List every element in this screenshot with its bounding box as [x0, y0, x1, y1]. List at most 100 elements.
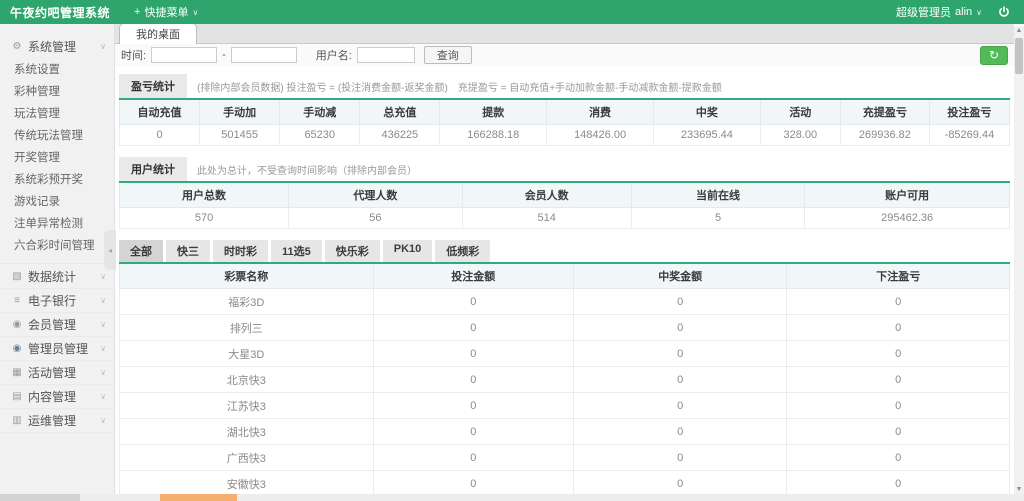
lottery-panel: 全部 快三 时时彩 11选5 快乐彩 PK10 低频彩 彩票名称 投注金额 中奖… [119, 240, 1010, 494]
tab-all[interactable]: 全部 [119, 240, 163, 262]
sidebar-group-statistics[interactable]: ▧ 数据统计 ∨ [0, 268, 114, 289]
tab-11x5[interactable]: 11选5 [271, 240, 322, 262]
column-header: 用户总数 [120, 182, 289, 208]
profit-panel-note: (排除内部会员数据) 投注盈亏 = (投注消费金额-返奖金额) 充提盈亏 = 自… [197, 79, 722, 98]
cell-value: 0 [573, 471, 787, 495]
refresh-icon: ↻ [989, 48, 999, 62]
column-header: 活动 [760, 99, 840, 125]
user-stats-note: 此处为总计，不受查询时间影响（排除内部会员） [197, 162, 417, 181]
sidebar-item-system-settings[interactable]: 系统设置 [0, 59, 114, 81]
column-header: 手动减 [280, 99, 360, 125]
cell-value: 295462.36 [805, 208, 1010, 229]
user-role: 超级管理员 [896, 4, 951, 20]
cell-value: 56 [289, 208, 463, 229]
sidebar-group-label: 活动管理 [28, 364, 76, 381]
column-header: 自动充值 [120, 99, 200, 125]
column-header: 中奖 [653, 99, 760, 125]
app-title: 午夜约吧管理系统 [0, 4, 124, 21]
sidebar-group-admins[interactable]: ◉ 管理员管理 ∨ [0, 340, 114, 361]
sidebar-item-draw-manage[interactable]: 开奖管理 [0, 147, 114, 169]
tab-strip: 我的桌面 [115, 24, 1014, 44]
time-to-input[interactable] [231, 47, 297, 63]
tab-kuaisan[interactable]: 快三 [166, 240, 210, 262]
user-menu[interactable]: 超级管理员 alin ∨ [896, 4, 982, 20]
cell-value: 排列三 [120, 315, 374, 341]
sidebar-collapse-handle[interactable]: ◂ [104, 230, 116, 270]
sidebar-group-content[interactable]: ▤ 内容管理 ∨ [0, 388, 114, 409]
tab-low-freq[interactable]: 低频彩 [435, 240, 490, 262]
refresh-button[interactable]: ↻ [980, 46, 1008, 65]
username-label: 用户名: [316, 47, 352, 63]
column-header: 代理人数 [289, 182, 463, 208]
horizontal-scrollbar-thumb[interactable] [160, 494, 237, 501]
chevron-down-icon: ∨ [100, 296, 106, 305]
sidebar-item-pre-draw[interactable]: 系统彩预开奖 [0, 169, 114, 191]
sidebar-group-label: 运维管理 [28, 412, 76, 429]
sidebar-group-members[interactable]: ◉ 会员管理 ∨ [0, 316, 114, 337]
tab-my-desktop[interactable]: 我的桌面 [119, 24, 197, 44]
quick-menu-label: 快捷菜单 [144, 4, 188, 20]
sidebar-group-system[interactable]: ⚙ 系统管理 ∨ [0, 36, 114, 57]
cell-value: 0 [573, 315, 787, 341]
sidebar-group-ops[interactable]: ▥ 运维管理 ∨ [0, 412, 114, 433]
cell-value: 0 [373, 393, 573, 419]
tab-kuailecai[interactable]: 快乐彩 [325, 240, 380, 262]
table-row: 湖北快3000 [120, 419, 1010, 445]
sidebar-item-play-method[interactable]: 玩法管理 [0, 103, 114, 125]
tab-shishicai[interactable]: 时时彩 [213, 240, 268, 262]
table-row: 排列三000 [120, 315, 1010, 341]
quick-menu-button[interactable]: + 快捷菜单 ∨ [124, 0, 208, 24]
sidebar-item-mark6-time[interactable]: 六合彩时间管理 [0, 235, 114, 257]
column-header: 手动加 [200, 99, 280, 125]
sidebar-item-lottery-type[interactable]: 彩种管理 [0, 81, 114, 103]
cell-value: 江苏快3 [120, 393, 374, 419]
cell-value: 166288.18 [440, 125, 547, 146]
chevron-down-icon: ∨ [100, 272, 106, 281]
horizontal-scrollbar-thumb-left[interactable] [0, 494, 80, 501]
ops-icon: ▥ [10, 415, 24, 426]
scroll-up-icon[interactable]: ▲ [1014, 27, 1024, 34]
sidebar-group-label: 内容管理 [28, 388, 76, 405]
scroll-down-icon[interactable]: ▼ [1014, 486, 1024, 493]
cell-value: 0 [573, 393, 787, 419]
cell-value: 北京快3 [120, 367, 374, 393]
table-row: 安徽快3000 [120, 471, 1010, 495]
range-separator: - [222, 49, 226, 61]
query-button[interactable]: 查询 [424, 46, 472, 64]
chevron-down-icon: ∨ [100, 368, 106, 377]
chart-icon: ▧ [10, 271, 24, 282]
cell-value: 0 [787, 341, 1010, 367]
logout-power-icon[interactable] [998, 6, 1010, 18]
bank-list-icon: ≡ [10, 295, 24, 306]
cell-value: 570 [120, 208, 289, 229]
column-header: 投注盈亏 [929, 99, 1009, 125]
main-content: 我的桌面 时间: - 用户名: 查询 ↻ 盈亏统计 (排除内部会员数据) 投注盈… [115, 24, 1014, 494]
lottery-table: 彩票名称 投注金额 中奖金额 下注盈亏 福彩3D000 排列三000 大星3D0… [119, 262, 1010, 494]
cell-value: 0 [573, 341, 787, 367]
cell-value: 0 [573, 289, 787, 315]
sidebar-group-label: 数据统计 [28, 268, 76, 285]
top-header: 午夜约吧管理系统 + 快捷菜单 ∨ 超级管理员 alin ∨ [0, 0, 1024, 24]
lottery-tabs: 全部 快三 时时彩 11选5 快乐彩 PK10 低频彩 [119, 240, 1010, 262]
vertical-scrollbar-thumb[interactable] [1015, 38, 1023, 74]
sidebar-item-game-records[interactable]: 游戏记录 [0, 191, 114, 213]
sidebar-group-ebank[interactable]: ≡ 电子银行 ∨ [0, 292, 114, 313]
user-stats-panel: 用户统计 此处为总计，不受查询时间影响（排除内部会员） 用户总数 代理人数 会员… [119, 157, 1010, 229]
vertical-scrollbar[interactable]: ▲ ▼ [1014, 26, 1024, 494]
cell-value: 269936.82 [840, 125, 929, 146]
table-row: 大星3D000 [120, 341, 1010, 367]
horizontal-scrollbar[interactable] [0, 494, 1024, 501]
sidebar-group-activities[interactable]: ▦ 活动管理 ∨ [0, 364, 114, 385]
time-from-input[interactable] [151, 47, 217, 63]
sidebar-item-bet-anomaly[interactable]: 注单异常检测 [0, 213, 114, 235]
sidebar-item-traditional-play[interactable]: 传统玩法管理 [0, 125, 114, 147]
username-input[interactable] [357, 47, 415, 63]
cell-value: 福彩3D [120, 289, 374, 315]
sidebar-group-label: 系统管理 [28, 38, 76, 55]
search-toolbar: 时间: - 用户名: 查询 ↻ [115, 44, 1014, 66]
cell-value: -85269.44 [929, 125, 1009, 146]
tab-pk10[interactable]: PK10 [383, 240, 433, 262]
cell-value: 0 [787, 471, 1010, 495]
cell-value: 0 [787, 367, 1010, 393]
cell-value: 0 [373, 471, 573, 495]
